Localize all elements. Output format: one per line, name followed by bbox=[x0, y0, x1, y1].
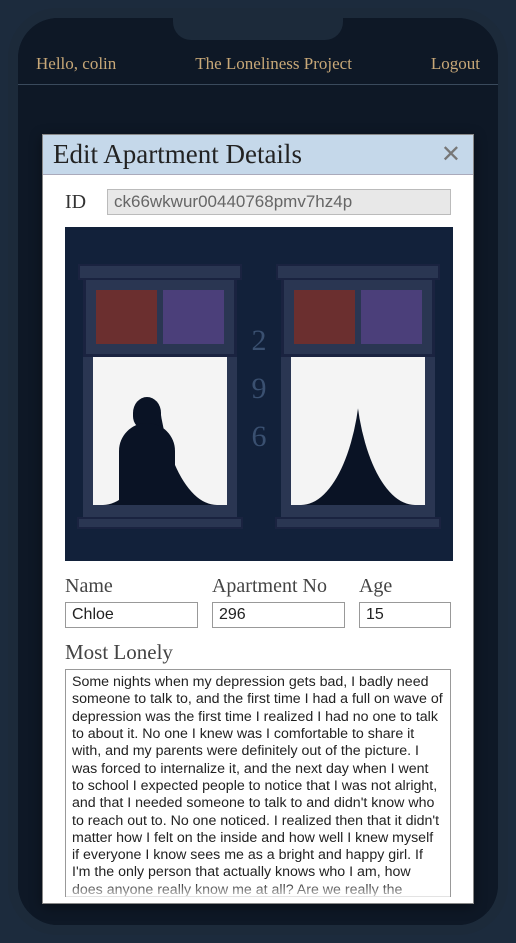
pane-red bbox=[294, 290, 355, 344]
most-lonely-textarea[interactable] bbox=[65, 669, 451, 897]
window-right bbox=[281, 271, 435, 529]
close-icon[interactable]: ✕ bbox=[441, 143, 461, 167]
phone-notch bbox=[173, 16, 343, 40]
apartment-field-group: Apartment No bbox=[212, 575, 345, 628]
name-label: Name bbox=[65, 575, 198, 598]
most-lonely-label: Most Lonely bbox=[65, 640, 451, 665]
age-input[interactable] bbox=[359, 602, 451, 628]
apartment-label: Apartment No bbox=[212, 575, 345, 598]
pane-purple bbox=[163, 290, 224, 344]
modal-body: ID ck66wkwur00440768pmv7hz4p bbox=[43, 175, 473, 903]
apartment-input[interactable] bbox=[212, 602, 345, 628]
name-field-group: Name bbox=[65, 575, 198, 628]
pane-red bbox=[96, 290, 157, 344]
pane-purple bbox=[361, 290, 422, 344]
id-label: ID bbox=[65, 191, 95, 214]
curtain-left bbox=[291, 357, 361, 505]
age-field-group: Age bbox=[359, 575, 451, 628]
age-label: Age bbox=[359, 575, 451, 598]
modal-title: Edit Apartment Details bbox=[53, 139, 302, 170]
modal-header: Edit Apartment Details ✕ bbox=[43, 135, 473, 175]
fields-row: Name Apartment No Age bbox=[65, 575, 451, 628]
phone-frame: Hello, colin The Loneliness Project Logo… bbox=[8, 8, 508, 935]
id-row: ID ck66wkwur00440768pmv7hz4p bbox=[65, 189, 451, 215]
name-input[interactable] bbox=[65, 602, 198, 628]
app-title: The Loneliness Project bbox=[195, 54, 352, 74]
screen: Hello, colin The Loneliness Project Logo… bbox=[18, 18, 498, 925]
greeting-text: Hello, colin bbox=[36, 54, 116, 74]
apartment-illustration: 296 bbox=[65, 227, 453, 561]
id-value: ck66wkwur00440768pmv7hz4p bbox=[107, 189, 451, 215]
window-left bbox=[83, 271, 237, 529]
edit-apartment-modal: Edit Apartment Details ✕ ID ck66wkwur004… bbox=[42, 134, 474, 904]
apartment-number-display: 296 bbox=[252, 324, 267, 454]
curtain-right bbox=[355, 357, 425, 505]
person-silhouette bbox=[115, 397, 177, 505]
logout-link[interactable]: Logout bbox=[431, 54, 480, 74]
